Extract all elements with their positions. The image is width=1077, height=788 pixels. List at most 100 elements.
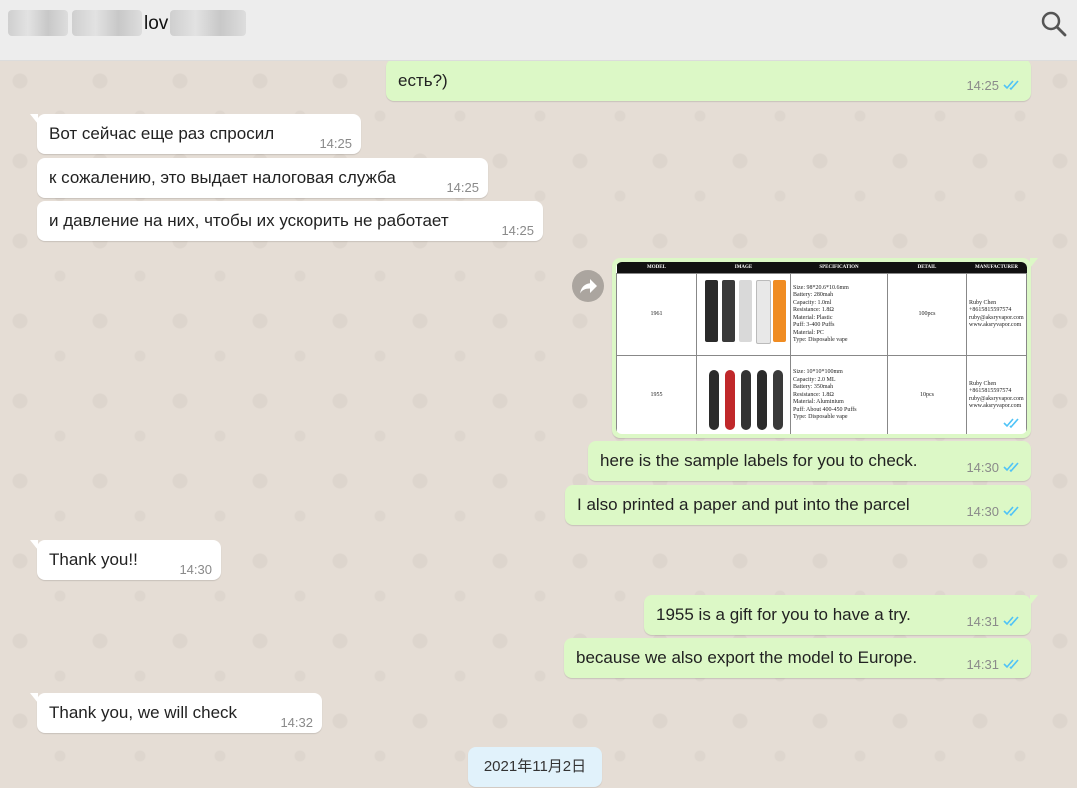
spec-line: Puff: About 400-450 Puffs xyxy=(793,406,857,413)
message-text: 1955 is a gift for you to have a try. xyxy=(656,605,911,624)
spec-line: Material: PC xyxy=(793,329,824,336)
read-ticks-icon xyxy=(1003,80,1019,91)
table-cell-model: 1955 xyxy=(616,355,697,434)
table-cell-spec: Size: 10*10*100mm Capacity: 2.0 ML Batte… xyxy=(790,355,888,434)
message-time: 14:31 xyxy=(966,614,999,629)
message-time: 14:30 xyxy=(966,460,999,475)
spec-line: Resistance: 1.8Ω xyxy=(793,391,834,398)
spec-line: Battery: 350mah xyxy=(793,384,834,391)
manufacturer-line: ruby@aksryvapor.com xyxy=(969,314,1024,321)
message-bubble[interactable]: Thank you!! 14:30 xyxy=(30,540,221,580)
manufacturer-line: Ruby Chen xyxy=(969,299,997,306)
date-badge: 2021年11月2日 xyxy=(468,747,602,787)
message-text: Thank you!! xyxy=(49,550,138,569)
spec-line: Battery: 280mah xyxy=(793,292,834,298)
spec-line: Resistance: 1.8Ω xyxy=(793,307,834,313)
spec-sheet-image[interactable]: MODEL IMAGE SPECIFICATION DETAIL MANUFAC… xyxy=(616,262,1027,434)
message-time: 14:25 xyxy=(319,136,352,151)
manufacturer-line: Ruby Chen xyxy=(969,380,997,387)
message-time: 14:25 xyxy=(501,223,534,238)
message-time: 14:30 xyxy=(179,562,212,577)
spec-line: Capacity: 1.0ml xyxy=(793,299,832,306)
device-image xyxy=(757,370,767,430)
spec-line: Size: 10*10*100mm xyxy=(793,369,843,376)
message-time: 14:30 xyxy=(966,504,999,519)
read-ticks-icon xyxy=(1003,462,1019,473)
message-bubble[interactable]: Thank you, we will check 14:32 xyxy=(30,693,322,733)
bubble-tail xyxy=(30,540,38,550)
manufacturer-line: www.aksryvapor.com xyxy=(969,403,1022,409)
table-cell-detail: 10pcs xyxy=(887,355,967,434)
search-icon[interactable] xyxy=(1040,10,1068,38)
blurred-avatar[interactable] xyxy=(8,10,68,36)
device-image xyxy=(722,280,735,342)
bubble-tail xyxy=(1030,258,1038,268)
message-text: Вот сейчас еще раз спросил xyxy=(49,124,275,143)
spec-line: Material: Aluminium xyxy=(793,399,844,406)
table-header: IMAGE xyxy=(696,262,791,274)
message-text: I also printed a paper and put into the … xyxy=(577,495,910,514)
device-image xyxy=(756,280,771,344)
message-time: 14:31 xyxy=(966,657,999,672)
manufacturer-line: +8615815597574 xyxy=(969,307,1012,313)
read-ticks-icon xyxy=(1003,616,1019,627)
message-bubble[interactable]: Вот сейчас еще раз спросил 14:25 xyxy=(30,114,361,154)
read-ticks-icon xyxy=(1003,418,1019,429)
table-header: DETAIL xyxy=(887,262,967,274)
device-image xyxy=(773,280,786,342)
message-text: к сожалению, это выдает налоговая служба xyxy=(49,168,396,187)
message-bubble[interactable]: because we also export the model to Euro… xyxy=(564,638,1031,678)
table-cell-manufacturer: Ruby Chen +8615815597574 ruby@aksryvapor… xyxy=(966,273,1027,356)
message-time: 14:32 xyxy=(280,715,313,730)
device-image xyxy=(739,280,752,342)
device-image xyxy=(709,370,719,430)
device-image xyxy=(773,370,783,430)
spec-line: Type: Disposable vape xyxy=(793,337,848,343)
message-bubble[interactable]: и давление на них, чтобы их ускорить не … xyxy=(37,201,543,241)
message-time: 14:25 xyxy=(446,180,479,195)
message-text: Thank you, we will check xyxy=(49,703,238,722)
message-text: есть?) xyxy=(398,71,448,90)
device-image xyxy=(741,370,751,430)
table-cell-spec: Size: 98*20.6*10.6mm Battery: 280mah Cap… xyxy=(790,273,888,356)
table-cell-detail: 100pcs xyxy=(887,273,967,356)
blurred-name-end xyxy=(170,10,246,36)
contact-name[interactable]: lov xyxy=(144,13,168,35)
message-bubble[interactable]: 1955 is a gift for you to have a try. 14… xyxy=(644,595,1038,635)
message-list[interactable]: есть?) 14:25 Вот сейчас еще раз спросил … xyxy=(0,61,1077,788)
message-bubble[interactable]: here is the sample labels for you to che… xyxy=(588,441,1031,481)
read-ticks-icon xyxy=(1003,659,1019,670)
message-bubble[interactable]: к сожалению, это выдает налоговая служба… xyxy=(37,158,488,198)
table-cell-image xyxy=(696,355,791,434)
message-bubble[interactable]: I also printed a paper and put into the … xyxy=(565,485,1031,525)
table-cell-image xyxy=(696,273,791,356)
spec-line: Puff: 3-400 Puffs xyxy=(793,322,835,328)
forward-icon[interactable] xyxy=(572,270,604,302)
message-text: и давление на них, чтобы их ускорить не … xyxy=(49,211,449,230)
bubble-tail xyxy=(30,114,38,124)
spec-line: Capacity: 2.0 ML xyxy=(793,376,836,383)
message-bubble[interactable]: есть?) 14:25 xyxy=(386,61,1031,101)
blurred-name-start xyxy=(72,10,142,36)
spec-line: Size: 98*20.6*10.6mm xyxy=(793,284,849,291)
table-header: MANUFACTURER xyxy=(966,262,1027,274)
table-header: MODEL xyxy=(616,262,697,274)
manufacturer-line: ruby@aksryvapor.com xyxy=(969,395,1024,402)
message-time: 14:25 xyxy=(966,78,999,93)
table-cell-model: 1961 xyxy=(616,273,697,356)
message-text: because we also export the model to Euro… xyxy=(576,648,918,667)
read-ticks-icon xyxy=(1003,506,1019,517)
spec-line: Material: Plastic xyxy=(793,314,833,321)
message-text: here is the sample labels for you to che… xyxy=(600,451,918,470)
device-image xyxy=(725,370,735,430)
image-message[interactable]: MODEL IMAGE SPECIFICATION DETAIL MANUFAC… xyxy=(612,258,1038,438)
manufacturer-line: +8615815597574 xyxy=(969,388,1012,394)
bubble-tail xyxy=(30,693,38,703)
bubble-tail xyxy=(1030,595,1038,605)
table-header: SPECIFICATION xyxy=(790,262,888,274)
message-time: 14:29 xyxy=(970,417,1003,432)
spec-line: Type: Disposable vape xyxy=(793,414,848,421)
device-image xyxy=(705,280,718,342)
chat-header: lov xyxy=(0,0,1077,61)
manufacturer-line: www.aksryvapor.com xyxy=(969,322,1022,328)
